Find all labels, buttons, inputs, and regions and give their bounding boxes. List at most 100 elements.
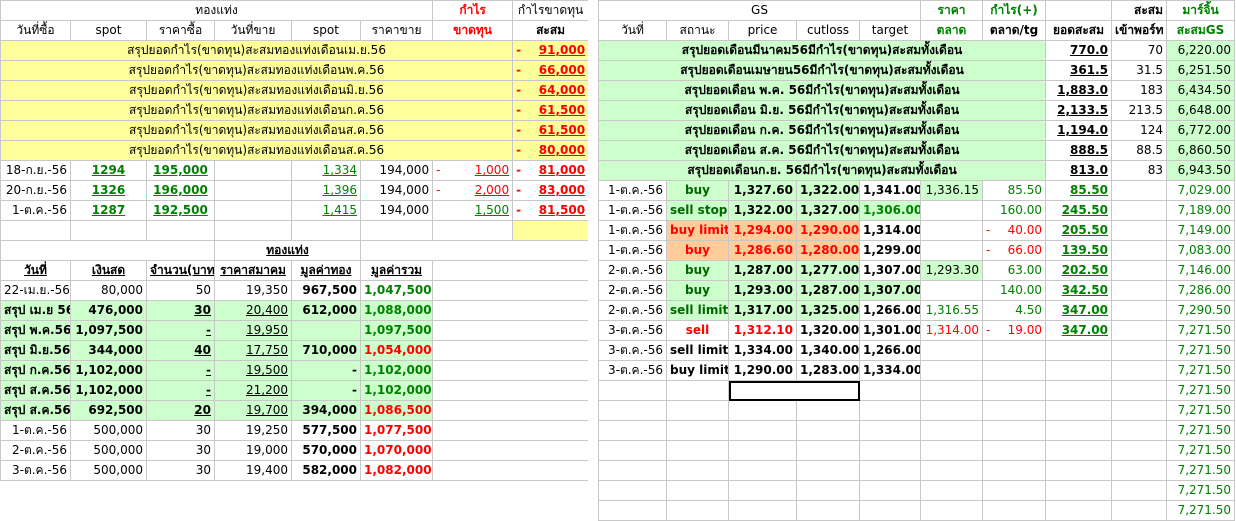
holding-cash[interactable]: 80,000 xyxy=(70,280,147,301)
trade-running-total[interactable]: 342.50 xyxy=(1045,280,1113,301)
empty-cell[interactable] xyxy=(291,220,361,241)
empty-cell[interactable] xyxy=(1111,400,1168,421)
empty-cell[interactable] xyxy=(666,420,729,441)
trade-cutloss[interactable]: 1,287.00 xyxy=(796,280,860,301)
trade-date[interactable]: 2-ต.ค.-56 xyxy=(598,260,667,281)
trade-cum-gs[interactable]: 7,149.00 xyxy=(1166,220,1236,241)
holding-total-value[interactable]: 1,077,500 xyxy=(359,420,434,441)
right-summary-row[interactable]: สรุปยอดเดือนก.ย. 56มีกำไร(ขาดทุน)สะสมทั้… xyxy=(597,160,1236,181)
month-cum-gs[interactable]: 6,648.00 xyxy=(1166,100,1236,121)
col-loss[interactable]: ขาดทุน xyxy=(432,20,514,41)
summary-cumulative[interactable]: - 61,500 xyxy=(512,120,590,141)
empty-cell[interactable] xyxy=(1111,200,1168,221)
empty-cell[interactable] xyxy=(432,300,590,321)
holding-price[interactable]: 19,400 xyxy=(214,460,292,481)
holding-price[interactable]: 19,000 xyxy=(214,440,292,461)
holding-qty[interactable]: - xyxy=(146,360,215,381)
holding-date[interactable]: สรุป เม.ย 56 xyxy=(0,300,71,321)
tail-cum-gs[interactable]: 7,271.50 xyxy=(1166,500,1236,521)
holding-date[interactable]: สรุป พ.ค.56 xyxy=(0,320,71,341)
empty-cell[interactable] xyxy=(796,480,860,501)
empty-cell[interactable] xyxy=(432,280,590,301)
gs-trade-row[interactable]: 1-ต.ค.-56 sell stop 1,322.00 1,327.00 1,306.… xyxy=(598,200,1236,221)
holding-cash[interactable]: 500,000 xyxy=(70,440,147,461)
holding-cash[interactable]: 500,000 xyxy=(70,420,147,441)
holding-total-value[interactable]: 1,054,000 xyxy=(359,340,434,361)
trade-cutloss[interactable]: 1,325.00 xyxy=(796,300,860,321)
col-price[interactable]: price xyxy=(728,20,797,41)
col-market-tg[interactable]: ตลาด/tg xyxy=(982,20,1047,41)
holding-gold-value[interactable]: 967,500 xyxy=(291,280,361,301)
buy-date-cell[interactable]: 20-ก.ย.-56 xyxy=(0,180,71,201)
gs-empty-row[interactable]: 7,271.50 xyxy=(598,420,1236,441)
trade-market[interactable]: 1,316.55 xyxy=(920,300,984,321)
empty-cell[interactable] xyxy=(728,400,797,421)
trade-profit[interactable]: - 40.00 xyxy=(982,220,1047,241)
pl-cell[interactable]: - 1,000 xyxy=(432,160,514,181)
empty-cell[interactable] xyxy=(598,480,667,501)
holding-price[interactable]: 19,500 xyxy=(214,360,292,381)
trade-profit[interactable]: 63.00 xyxy=(982,260,1047,281)
month-to-port[interactable]: 31.5 xyxy=(1111,60,1168,81)
month-summary-label[interactable]: สรุปยอดเดือนก.ย. 56มีกำไร(ขาดทุน)สะสมทั้… xyxy=(597,160,1047,181)
holding-qty[interactable]: 30 xyxy=(146,440,215,461)
month-cum-gs[interactable]: 6,251.50 xyxy=(1166,60,1236,81)
empty-cell[interactable] xyxy=(1045,420,1113,441)
empty-cell[interactable] xyxy=(982,440,1047,461)
buy-price-cell[interactable]: 195,000 xyxy=(146,160,215,181)
col-h-cash[interactable]: เงินสด xyxy=(70,260,147,281)
empty-cell[interactable] xyxy=(728,440,797,461)
trade-cum-gs[interactable]: 7,290.50 xyxy=(1166,300,1236,321)
trade-status[interactable]: buy limit xyxy=(666,360,729,381)
col-h-date[interactable]: วันที่ xyxy=(0,260,71,281)
holding-date[interactable]: 1-ต.ค.-56 xyxy=(0,420,71,441)
empty-cell[interactable] xyxy=(0,220,71,241)
empty-cell[interactable] xyxy=(858,480,922,501)
empty-cell[interactable] xyxy=(858,400,922,421)
left-trade-row[interactable]: 18-ก.ย.-56 1294 195,000 1,334 194,000-1,000-… xyxy=(0,160,590,181)
empty-cell[interactable] xyxy=(920,400,984,421)
tail-cum-gs[interactable]: 7,271.50 xyxy=(1166,420,1236,441)
col-cum-gs[interactable]: สะสมGS xyxy=(1166,20,1236,41)
trade-price[interactable]: 1,327.60 xyxy=(728,180,797,201)
gs-trade-row[interactable]: 1-ต.ค.-56 buy 1,286.60 1,280.00 1,299.00 - 66.… xyxy=(598,240,1236,261)
empty-cell[interactable] xyxy=(796,440,860,461)
holding-date[interactable]: 3-ต.ค.-56 xyxy=(0,460,71,481)
empty-cell[interactable] xyxy=(728,460,797,481)
cumulative-cell[interactable]: - 83,000 xyxy=(512,180,590,201)
empty-cell[interactable] xyxy=(982,420,1047,441)
trade-price[interactable]: 1,286.60 xyxy=(728,240,797,261)
gs-trade-row[interactable]: 2-ต.ค.-56 buy 1,287.00 1,277.00 1,307.00 1,29… xyxy=(598,260,1236,281)
empty-cell[interactable] xyxy=(982,380,1047,401)
month-to-port[interactable]: 88.5 xyxy=(1111,140,1168,161)
left-trade-row[interactable]: 20-ก.ย.-56 1326 196,000 1,396 194,000-2,000-… xyxy=(0,180,590,201)
gs-empty-row[interactable]: 7,271.50 xyxy=(598,480,1236,501)
holding-gold-value[interactable]: 582,000 xyxy=(291,460,361,481)
summary-cumulative[interactable]: - 61,500 xyxy=(512,100,590,121)
holding-date[interactable]: สรุป ก.ค.56 xyxy=(0,360,71,381)
trade-status[interactable]: buy limit xyxy=(666,220,729,241)
empty-cell[interactable] xyxy=(796,500,860,521)
holding-cash[interactable]: 476,000 xyxy=(70,300,147,321)
gs-trade-row[interactable]: 1-ต.ค.-56 buy 1,327.60 1,322.00 1,341.00 1,33… xyxy=(598,180,1236,201)
month-to-port[interactable]: 70 xyxy=(1111,40,1168,61)
sell-date-cell[interactable] xyxy=(214,160,292,181)
trade-target[interactable]: 1,307.00 xyxy=(858,260,922,281)
trade-cum-gs[interactable]: 7,146.00 xyxy=(1166,260,1236,281)
summary-cumulative[interactable]: - 80,000 xyxy=(512,140,590,161)
sell-price-cell[interactable]: 194,000 xyxy=(359,200,434,221)
col-date[interactable]: วันที่ xyxy=(598,20,667,41)
col-sell-spot[interactable]: spot xyxy=(291,20,361,41)
left-summary-row[interactable]: สรุปยอดกำไร(ขาดทุน)สะสมทองแท่งเดือนเม.ย.… xyxy=(0,40,590,61)
trade-price[interactable]: 1,312.10 xyxy=(728,320,797,341)
col-h-price[interactable]: ราคาสมาคม xyxy=(214,260,292,281)
summary-label[interactable]: สรุปยอดกำไร(ขาดทุน)สะสมทองแท่งเดือนส.ค.5… xyxy=(0,120,514,141)
trade-status[interactable]: sell xyxy=(666,320,729,341)
holdings-row[interactable]: สรุป มิ.ย.56 344,000 40 17,750 710,000 1,054,… xyxy=(0,340,590,361)
holding-total-value[interactable]: 1,097,500 xyxy=(359,320,434,341)
col-h-qty[interactable]: จำนวน(บาท) xyxy=(146,260,215,281)
empty-cell[interactable] xyxy=(1111,440,1168,461)
trade-cutloss[interactable]: 1,290.00 xyxy=(796,220,860,241)
holding-date[interactable]: สรุป ส.ค.56 xyxy=(0,400,71,421)
pl-cell[interactable]: 1,500 xyxy=(432,200,514,221)
